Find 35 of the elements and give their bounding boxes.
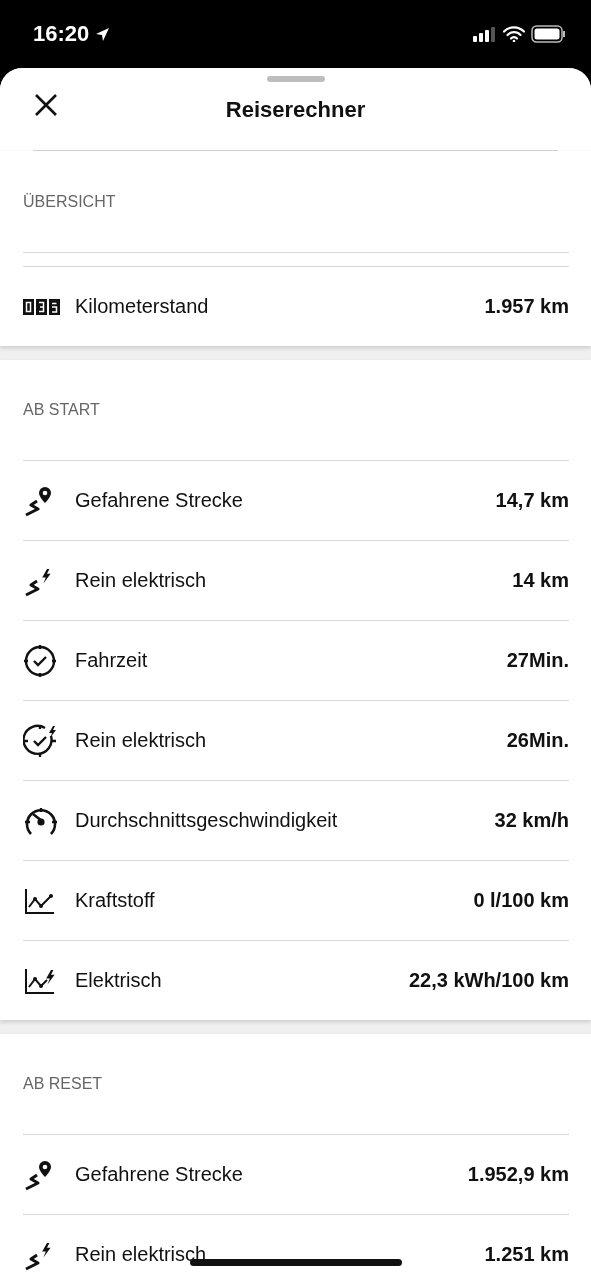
row-label: Durchschnittsgeschwindigkeit	[75, 809, 338, 832]
clock-bolt-icon	[23, 723, 59, 758]
signal-icon	[473, 26, 497, 42]
row-value: 0 l/100 km	[473, 889, 569, 912]
row-label: Rein elektrisch	[75, 729, 207, 752]
row-value: 1.957 km	[484, 295, 569, 318]
row-value: 22,3 kWh/100 km	[408, 969, 569, 992]
section-heading: ÜBERSICHT	[23, 192, 116, 211]
close-icon	[35, 94, 57, 116]
row-label: Fahrzeit	[75, 649, 148, 672]
row-value: 27Min.	[506, 649, 569, 672]
row-label: Kilometerstand	[75, 295, 209, 318]
row-value: 1.952,9 km	[467, 1163, 569, 1186]
wifi-icon	[503, 26, 525, 42]
chart-bolt-icon	[23, 966, 55, 995]
section-heading: AB RESET	[23, 1075, 103, 1093]
row-label: Rein elektrisch	[75, 569, 207, 592]
row-value: 14 km	[512, 569, 569, 592]
status-time: 16:20	[33, 21, 90, 47]
row-label: Rein elektrisch	[75, 1243, 207, 1266]
odometer-icon	[23, 296, 61, 317]
sheet-title: Reiserechner	[225, 97, 366, 123]
location-arrow-icon	[95, 26, 111, 42]
row-value: 32 km/h	[494, 809, 569, 832]
row-value: 14,7 km	[495, 489, 569, 512]
row-label: Elektrisch	[75, 969, 162, 992]
line-chart-icon	[23, 886, 55, 915]
battery-icon	[531, 25, 567, 43]
clock-icon	[23, 643, 57, 678]
row-value: 26Min.	[506, 729, 569, 752]
row-label: Kraftstoff	[75, 889, 155, 912]
row-label: Gefahrene Strecke	[75, 1163, 243, 1186]
row-label: Gefahrene Strecke	[75, 489, 243, 512]
section-heading: AB START	[23, 401, 100, 419]
row-value: 1.251 km	[484, 1243, 569, 1266]
